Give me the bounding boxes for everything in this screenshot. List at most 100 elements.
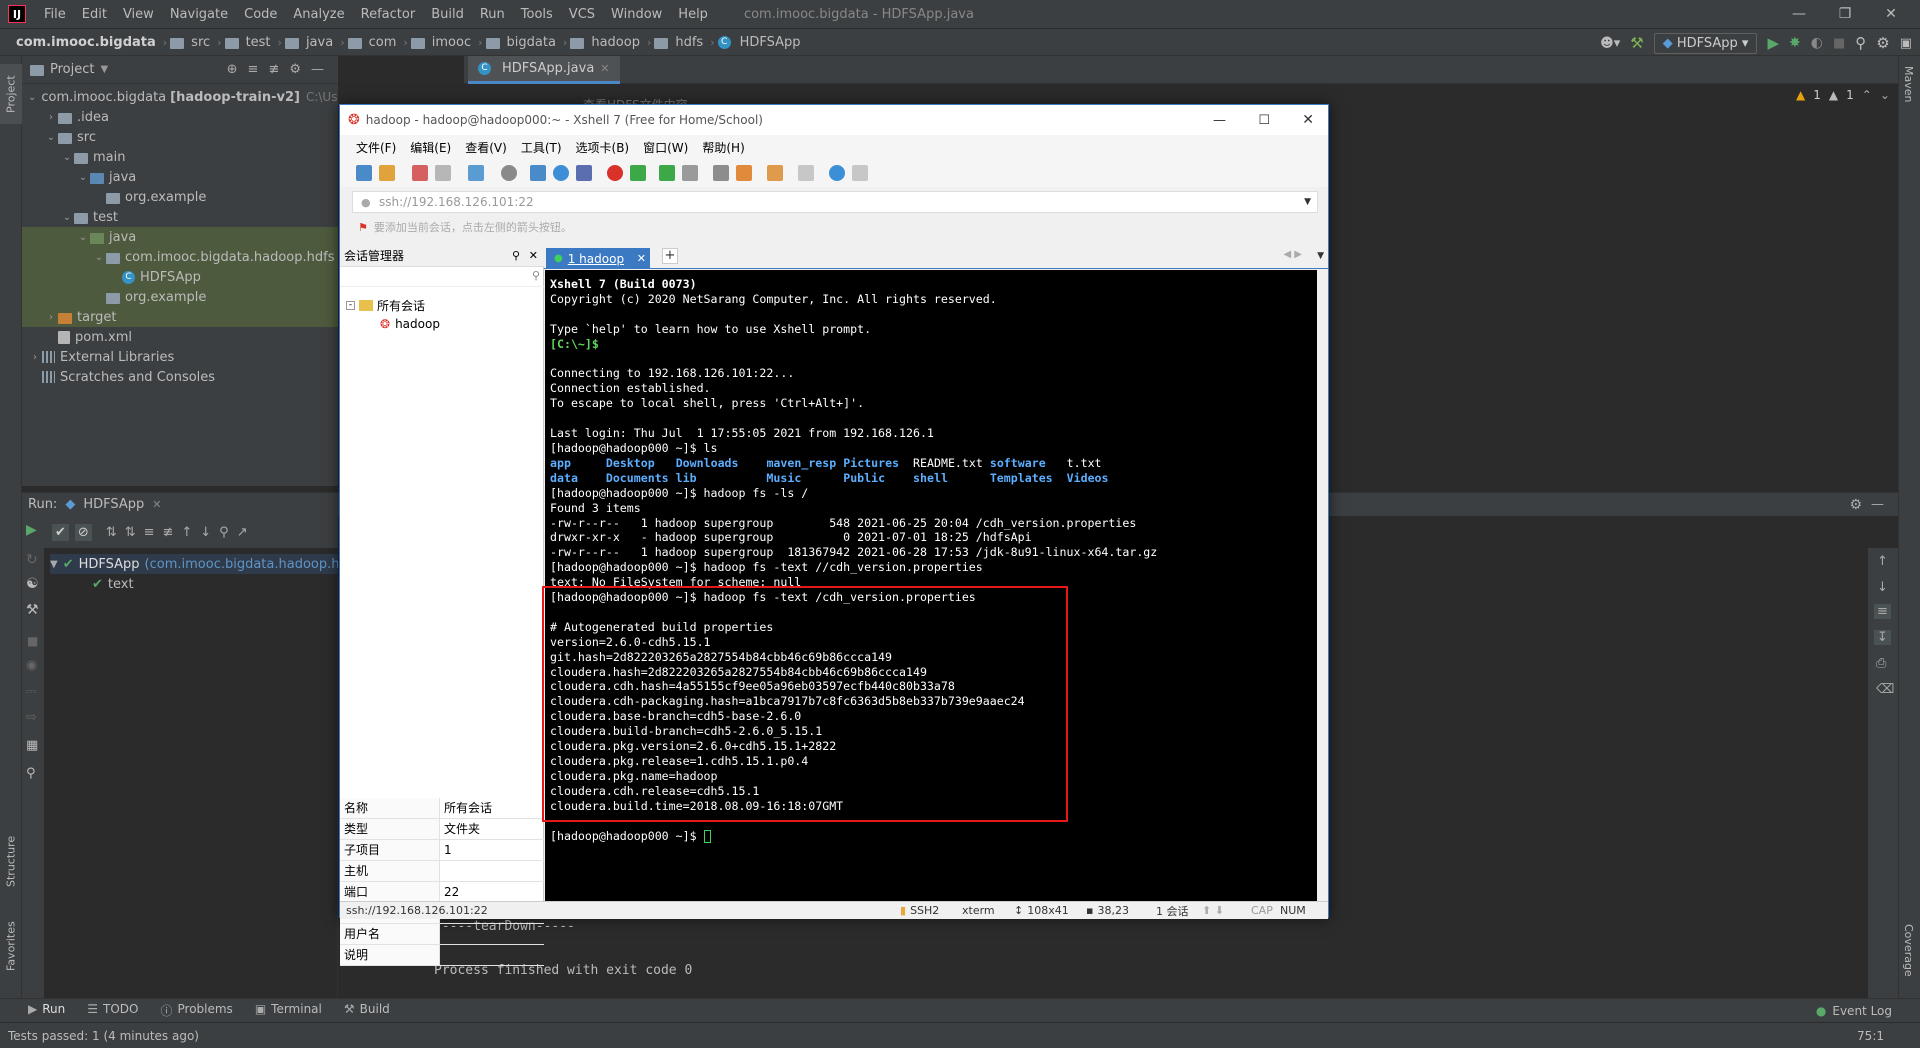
xshell-menu-item[interactable]: 窗口(W) [643, 139, 688, 156]
xshell-menu-item[interactable]: 选项卡(B) [576, 139, 630, 156]
maximize-icon[interactable]: ☐ [1258, 113, 1270, 128]
tree-node[interactable]: ⌄ java [22, 167, 338, 187]
new-session-icon[interactable] [356, 165, 372, 181]
chevron-down-icon[interactable]: ⌄ [44, 132, 58, 143]
chevron-down-icon[interactable]: ⌄ [60, 212, 74, 223]
arrow-down-icon[interactable]: ↓ [1877, 580, 1888, 595]
tree-node[interactable]: C HDFSApp [22, 267, 338, 287]
globe-icon[interactable] [553, 165, 569, 181]
print-icon[interactable]: ⎙ [1876, 656, 1886, 671]
close-icon[interactable]: ✕ [529, 249, 538, 262]
menu-item-tools[interactable]: Tools [513, 7, 561, 22]
tab-hadoop[interactable]: ● 1 hadoop ✕ [546, 248, 650, 269]
bottom-tab-todo[interactable]: ☰ TODO [87, 1002, 138, 1019]
ide-logo-icon[interactable]: ▣ [1900, 36, 1912, 51]
breadcrumb-item[interactable]: hadoop [587, 35, 644, 50]
minimize-icon[interactable]: — [1213, 113, 1226, 128]
chevron-down-icon[interactable]: ▼ [1317, 251, 1324, 261]
event-log-button[interactable]: ● Event Log [1816, 1004, 1892, 1018]
show-ignored-icon[interactable]: ⊘ [74, 523, 92, 541]
chevron-right-icon[interactable]: › [28, 352, 42, 363]
breadcrumb-item[interactable]: HDFSApp [736, 35, 805, 50]
stop-icon[interactable]: ■ [1833, 36, 1845, 51]
highlight-icon[interactable] [736, 165, 752, 181]
tab-hdfsapp-java[interactable]: C HDFSApp.java ✕ [468, 56, 620, 84]
xshell-menu-item[interactable]: 编辑(E) [410, 139, 451, 156]
breadcrumb-item[interactable]: src [187, 35, 214, 50]
layout-icon[interactable]: ▦ [26, 738, 38, 753]
tree-node[interactable]: › External Libraries [22, 347, 338, 367]
chevron-down-icon[interactable]: ⌄ [76, 172, 90, 183]
layout-icon[interactable] [798, 165, 814, 181]
all-sessions-node[interactable]: - 所有会话 [346, 297, 425, 314]
address-bar[interactable]: ● ssh://192.168.126.101:22 ▼ [352, 191, 1318, 213]
menu-item-view[interactable]: View [115, 7, 162, 22]
chevron-right-icon[interactable]: › [44, 112, 58, 123]
pin-icon[interactable]: ⚲ [512, 249, 520, 262]
run-icon[interactable]: ▶ [1767, 34, 1779, 52]
arrow-up-icon[interactable]: ↑ [1877, 554, 1888, 569]
menu-item-vcs[interactable]: VCS [561, 7, 603, 22]
settings-icon[interactable]: ⚙ [1876, 34, 1889, 52]
xftp-icon[interactable] [630, 165, 646, 181]
transfer-icon[interactable] [767, 165, 783, 181]
xshell-menu-item[interactable]: 工具(T) [521, 139, 562, 156]
chat-icon[interactable] [852, 165, 868, 181]
pin-icon[interactable]: ⚲ [26, 766, 36, 781]
tab-favorites-vertical[interactable]: Favorites [0, 914, 22, 978]
xshell-icon[interactable] [607, 165, 623, 181]
user-icon[interactable]: ☻▾ [1600, 36, 1620, 51]
breadcrumb-item[interactable]: hdfs [671, 35, 707, 50]
breadcrumb-item[interactable]: bigdata [503, 35, 560, 50]
menu-item-run[interactable]: Run [472, 7, 513, 22]
tree-node[interactable]: › .idea [22, 107, 338, 127]
build-hammer-icon[interactable]: ⚒ [1630, 34, 1643, 52]
hide-panel-icon[interactable]: — [1871, 497, 1884, 512]
chevron-right-icon[interactable]: › [44, 312, 58, 323]
inspection-widget[interactable]: ▲ 1 ▲ 1 ⌃ ⌄ [1796, 88, 1890, 102]
tree-node[interactable]: ⌄ main [22, 147, 338, 167]
breadcrumb-item[interactable]: com [365, 35, 401, 50]
bottom-tab-terminal[interactable]: ▣ Terminal [255, 1002, 322, 1019]
chevron-down-icon[interactable]: ⌄ [28, 92, 36, 103]
compose-icon[interactable] [530, 165, 546, 181]
tree-node[interactable]: ⌄ java [22, 227, 338, 247]
close-tab-icon[interactable]: ✕ [600, 62, 609, 75]
xshell-menu-item[interactable]: 帮助(H) [702, 139, 744, 156]
properties-icon[interactable] [468, 165, 484, 181]
chevron-up-icon[interactable]: ⌃ [1862, 88, 1872, 102]
bookmark-icon[interactable]: ⚑ [358, 221, 368, 234]
run-configuration-select[interactable]: ◆ HDFSApp ▾ [1653, 32, 1758, 54]
xshell-menu-item[interactable]: 文件(F) [356, 139, 396, 156]
minimize-icon[interactable]: — [1776, 0, 1822, 28]
collapse-icon[interactable]: - [346, 301, 355, 310]
tab-project-vertical[interactable]: Project [0, 64, 22, 124]
add-tab-icon[interactable]: + [662, 248, 678, 264]
import-icon[interactable]: ⇨ [26, 710, 37, 725]
camera-icon[interactable]: ◉ [26, 658, 37, 673]
bottom-tab-run[interactable]: ▶ Run [28, 1002, 65, 1019]
tab-coverage-vertical[interactable]: Coverage [1902, 924, 1915, 977]
session-hadoop-node[interactable]: ❂ hadoop [380, 317, 440, 331]
tree-node[interactable]: pom.xml [22, 327, 338, 347]
session-search-input[interactable]: ⚲ [340, 267, 544, 287]
terminal-scrollbar[interactable] [1317, 270, 1328, 901]
bottom-tab-problems[interactable]: ⓘ Problems [160, 1002, 232, 1019]
chevron-down-icon[interactable]: ▼ [100, 64, 108, 75]
tab-maven-vertical[interactable]: Maven [1902, 66, 1915, 102]
keyboard-icon[interactable] [713, 165, 729, 181]
menu-item-analyze[interactable]: Analyze [285, 7, 352, 22]
close-tab-icon[interactable]: ✕ [152, 498, 161, 511]
fullscreen-icon[interactable] [659, 165, 675, 181]
menu-item-file[interactable]: File [36, 7, 74, 22]
help-icon[interactable] [829, 165, 845, 181]
tree-node[interactable]: org.example [22, 287, 338, 307]
chevron-down-icon[interactable]: ⌄ [92, 252, 106, 263]
breadcrumb-item[interactable]: com.imooc.bigdata [12, 35, 160, 50]
maximize-icon[interactable]: ❐ [1822, 0, 1868, 28]
tab-structure-vertical[interactable]: Structure [0, 826, 22, 896]
menu-item-navigate[interactable]: Navigate [162, 7, 236, 22]
close-tab-icon[interactable]: ✕ [637, 252, 650, 265]
chevron-down-icon[interactable]: ⌄ [76, 232, 90, 243]
test-root-row[interactable]: ▼ ✔ HDFSApp (com.imooc.bigdata.hadoop.hd… [50, 554, 338, 574]
